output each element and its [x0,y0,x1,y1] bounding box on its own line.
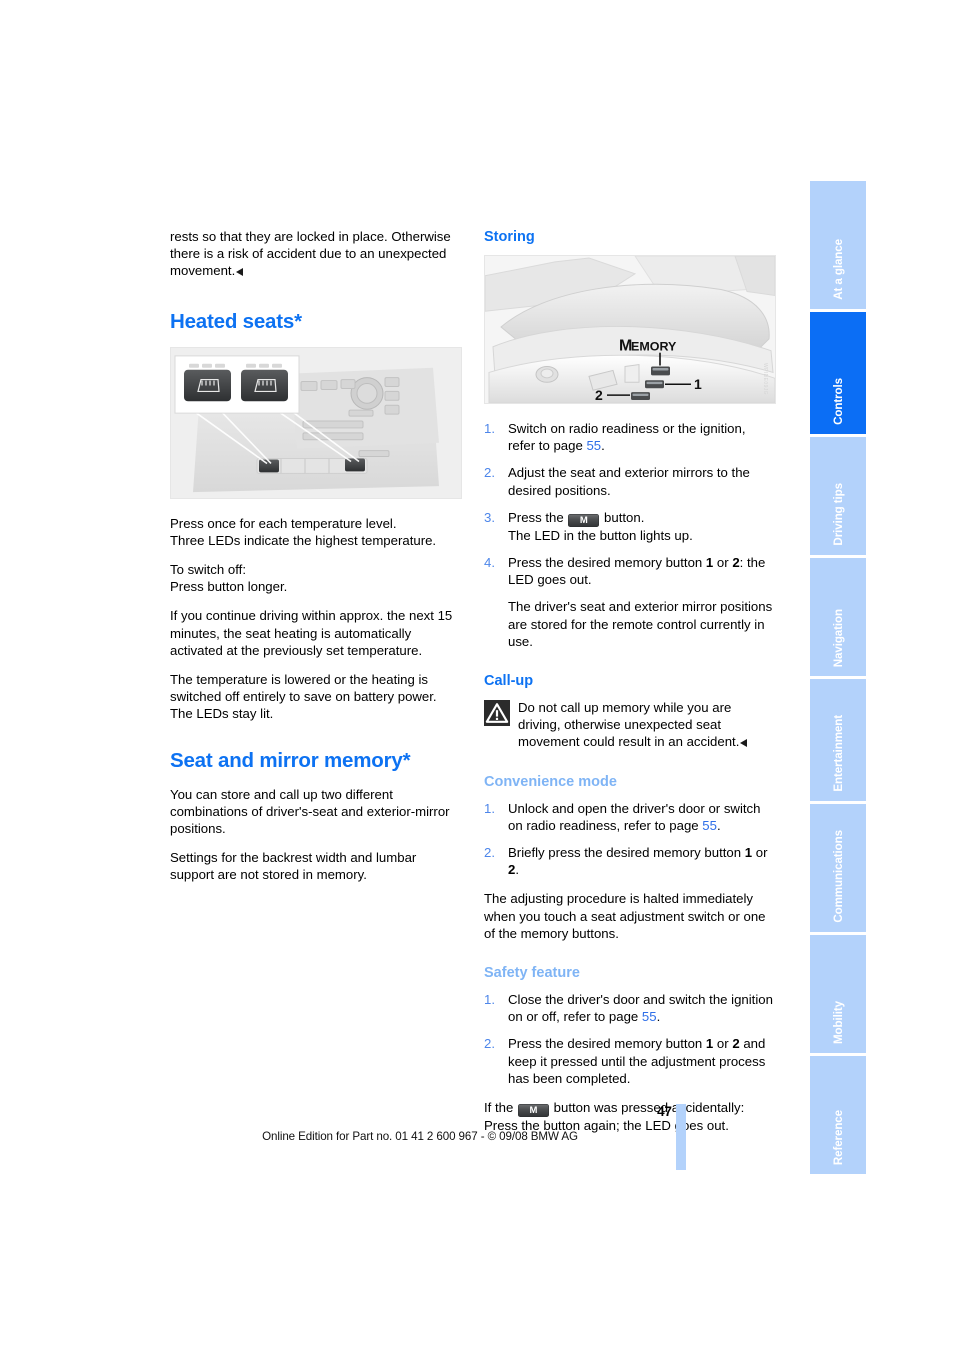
heated-seats-para-3: If you continue driving within approx. t… [170,608,453,658]
sidebar-item-label: Controls [831,378,845,425]
step-text: Switch on radio readiness or the ignitio… [508,421,746,454]
memory-button-1-ref: 1 [705,555,714,571]
seat-memory-para-2: Settings for the backrest width and lumb… [170,850,417,883]
list-item: 1. Switch on radio readiness or the igni… [484,420,776,454]
step-text: Press the desired memory button 1 or 2: … [508,555,766,588]
step-text: Adjust the seat and exterior mirrors to … [508,465,750,498]
step-number: 4. [484,555,495,571]
svg-text:2: 2 [595,387,603,403]
sidebar-item-communications[interactable]: Communications [810,804,866,932]
step-number: 2. [484,845,495,861]
sidebar-item-mobility[interactable]: Mobility [810,935,866,1053]
continued-paragraph: rests so that they are locked in place. … [170,229,451,279]
page-reference[interactable]: 55 [586,438,601,453]
figure-code-seat-memory: WPIDE09JG [762,363,768,395]
step-number: 2. [484,1036,495,1052]
sidebar-item-label: Navigation [831,608,845,667]
heading-seat-mirror-memory: Seat and mirror memory* [170,748,411,772]
step-text: Press the desired memory button 1 or 2 a… [508,1036,766,1086]
figure-seat-memory-buttons: M EMORY 1 2 WPIDE09JG [484,255,776,404]
page-reference[interactable]: 55 [702,818,717,833]
step-text: Press the M button. The LED in the button… [508,509,693,543]
figure-heated-seats-buttons: SMPH-EMBR08JG [170,346,462,499]
right-column: Storing M EMORY 1 2 WPIDE09JG 1. Switch … [484,228,776,1146]
memory-m-button-icon: M [518,1104,549,1118]
step-substep-text: The driver's seat and exterior mirror po… [508,599,773,649]
page-reference[interactable]: 55 [642,1009,657,1024]
left-column: rests so that they are locked in place. … [170,228,462,896]
step-number: 2. [484,465,495,481]
section-tabs: At a glance Controls Driving tips Naviga… [810,181,866,1177]
list-item: 2. Adjust the seat and exterior mirrors … [484,464,776,498]
heading-safety-feature: Safety feature [484,965,580,982]
svg-text:EMORY: EMORY [631,340,677,354]
memory-button-2-ref: 2 [508,862,516,878]
step-number: 1. [484,992,495,1008]
memory-m-button-icon: M [568,513,600,527]
sidebar-item-label: Reference [831,1109,845,1165]
sidebar-item-navigation[interactable]: Navigation [810,558,866,676]
step-number: 3. [484,509,495,525]
heading-heated-seats: Heated seats* [170,309,302,333]
section-end-marker [236,268,244,277]
step-number: 1. [484,800,495,816]
list-item: 1. Close the driver's door and switch th… [484,991,776,1025]
sidebar-item-label: Entertainment [831,715,845,792]
step-text: Unlock and open the driver's door or swi… [508,800,761,833]
list-item: 1. Unlock and open the driver's door or … [484,800,776,834]
sidebar-item-reference[interactable]: Reference [810,1056,866,1174]
sidebar-item-label: Communications [831,830,845,923]
footer-accent-bar [676,1104,686,1170]
seat-memory-para-1: You can store and call up two different … [170,786,450,837]
list-item: 3. Press the M button. The LED in the but… [484,509,776,544]
section-end-marker [740,739,748,748]
memory-button-1-ref: 1 [744,845,753,861]
heated-seats-para-1: Press once for each temperature level. T… [170,515,437,548]
page-number: 47 [657,1104,672,1119]
sidebar-item-label: At a glance [831,239,845,300]
heading-call-up: Call-up [484,673,534,690]
list-item: 2. Press the desired memory button 1 or … [484,1035,776,1087]
footer-edition-text: Online Edition for Part no. 01 41 2 600 … [262,1130,578,1143]
step-text: Briefly press the desired memory button … [508,845,768,878]
safety-feature-steps-list: 1. Close the driver's door and switch th… [484,991,776,1087]
heading-storing: Storing [484,229,535,245]
sidebar-item-at-a-glance[interactable]: At a glance [810,181,866,309]
heated-seats-para-2: To switch off: Press button longer. [170,562,288,595]
storing-steps-list: 1. Switch on radio readiness or the igni… [484,420,776,650]
heading-convenience-mode: Convenience mode [484,773,617,790]
memory-button-1-ref: 1 [705,1036,714,1052]
sidebar-item-driving-tips[interactable]: Driving tips [810,437,866,555]
figure-code-heated-seats: SMPH-EMBR08JG [456,444,461,492]
sidebar-item-label: Driving tips [831,483,845,546]
memory-button-2-ref: 2 [732,1036,740,1052]
convenience-mode-steps-list: 1. Unlock and open the driver's door or … [484,800,776,879]
memory-button-2-ref: 2 [732,555,740,571]
heated-seats-para-4: The temperature is lowered or the heatin… [170,672,437,722]
step-number: 1. [484,421,495,436]
sidebar-item-controls[interactable]: Controls [810,312,866,434]
step-text: Close the driver's door and switch the i… [508,992,773,1025]
warning-block: Do not call up memory while you are driv… [484,699,776,751]
list-item: 2. Briefly press the desired memory butt… [484,844,776,878]
manual-page: rests so that they are locked in place. … [0,0,954,1350]
sidebar-item-label: Mobility [831,1001,845,1044]
warning-triangle-icon [484,700,510,727]
warning-text: Do not call up memory while you are driv… [518,700,740,750]
list-item: 4. Press the desired memory button 1 or … [484,554,776,650]
svg-text:1: 1 [694,376,702,392]
convenience-mode-closing: The adjusting procedure is halted immedi… [484,891,766,941]
sidebar-item-entertainment[interactable]: Entertainment [810,679,866,801]
